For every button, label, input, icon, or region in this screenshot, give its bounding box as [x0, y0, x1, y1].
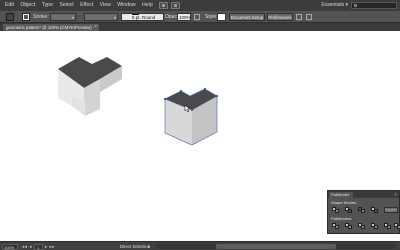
horizontal-scrollbar[interactable]: [156, 244, 396, 249]
previous-artboard-arrows[interactable]: ◂◂ ◂: [22, 242, 32, 250]
arrange-documents-icon[interactable]: [170, 2, 180, 9]
zoom-level-value: 100%: [4, 244, 15, 250]
tab-pathfinder[interactable]: Pathfinder: [329, 192, 353, 198]
document-setup-label: Document Setup: [230, 15, 263, 20]
opacity-field[interactable]: 100%: [177, 13, 191, 21]
l-block-shape[interactable]: [58, 57, 122, 116]
menu-effect[interactable]: Effect: [77, 0, 97, 11]
artboard-number-value: 1: [37, 244, 40, 250]
menu-help[interactable]: Help: [139, 0, 156, 11]
expand-button[interactable]: Expand: [384, 207, 398, 213]
close-icon[interactable]: ×: [94, 24, 97, 31]
opacity-value: 100%: [179, 15, 191, 20]
control-panel: Stroke: 5 pt. Round Opacity: 100% Style:…: [0, 11, 400, 23]
arrange-icon[interactable]: [296, 14, 302, 20]
stroke-swatch[interactable]: [22, 13, 30, 21]
graphic-style-swatch[interactable]: [217, 13, 226, 21]
crop-icon[interactable]: [371, 223, 378, 229]
brush-definition-dropdown[interactable]: 5 pt. Round: [121, 13, 164, 21]
minus-front-icon[interactable]: [345, 207, 352, 213]
next-artboard-arrows[interactable]: ▸ ▸▸: [45, 242, 55, 250]
stroke-weight-dropdown[interactable]: [50, 13, 76, 21]
outline-icon[interactable]: [384, 223, 391, 229]
menu-view[interactable]: View: [96, 0, 114, 11]
unite-icon[interactable]: [332, 207, 339, 213]
menu-type[interactable]: Type: [39, 0, 57, 11]
preferences-button[interactable]: Preferences: [267, 13, 293, 21]
variable-width-profile-dropdown[interactable]: [84, 13, 118, 21]
brush-definition-value: 5 pt. Round: [132, 15, 156, 20]
artboard-number-field[interactable]: 1: [34, 243, 43, 250]
panel-menu-icon[interactable]: [306, 14, 312, 20]
document-tab-bar: geometric pattern* @ 100% (CMYK/Preview)…: [0, 23, 400, 31]
chevron-cube-shape[interactable]: [164, 88, 218, 146]
status-menu-arrow[interactable]: ▸: [148, 242, 150, 250]
preferences-label: Preferences: [268, 15, 292, 20]
menu-edit[interactable]: Edit: [0, 0, 17, 11]
trim-icon[interactable]: [345, 223, 352, 229]
pathfinder-tab-label: Pathfinder: [331, 192, 350, 197]
merge-icon[interactable]: [358, 223, 365, 229]
scrollbar-thumb[interactable]: [216, 244, 336, 249]
stroke-label[interactable]: Stroke:: [33, 11, 49, 23]
expand-button-label: Expand: [385, 208, 397, 212]
current-tool-status[interactable]: Direct Selection: [120, 242, 150, 250]
workspace-switcher[interactable]: Essentials ▾: [321, 2, 348, 9]
document-tab-title: geometric pattern* @ 100% (CMYK/Preview): [6, 25, 92, 30]
search-icon: [354, 4, 357, 7]
menu-bar: Edit Object Type Select Effect View Wind…: [0, 0, 400, 11]
pathfinder-panel: Pathfinder ≡ Shape Modes: Expand Pathfin…: [327, 190, 400, 234]
zoom-level-field[interactable]: 100%: [2, 243, 18, 250]
document-tab[interactable]: geometric pattern* @ 100% (CMYK/Preview)…: [3, 24, 99, 31]
shape-modes-heading: Shape Modes:: [331, 200, 357, 205]
menu-window[interactable]: Window: [114, 0, 139, 11]
divide-icon[interactable]: [332, 223, 339, 229]
menu-select[interactable]: Select: [56, 0, 77, 11]
bridge-icon[interactable]: [158, 2, 168, 9]
document-setup-button[interactable]: Document Setup: [229, 13, 265, 21]
menu-object[interactable]: Object: [17, 0, 38, 11]
opacity-arrow-icon[interactable]: [194, 14, 200, 20]
status-bar: 100% ◂◂ ◂ 1 ▸ ▸▸ Direct Selection ▸: [0, 241, 400, 250]
pathfinders-heading: Pathfinders:: [331, 216, 353, 221]
minus-back-icon[interactable]: [394, 223, 400, 229]
fill-swatch[interactable]: [6, 13, 14, 21]
help-search-input[interactable]: [351, 2, 397, 9]
panel-tab-bar: Pathfinder ≡: [328, 191, 399, 198]
exclude-icon[interactable]: [371, 207, 378, 213]
intersect-icon[interactable]: [358, 207, 365, 213]
style-label: Style:: [205, 14, 218, 20]
panel-menu-icon[interactable]: ≡: [395, 191, 397, 198]
